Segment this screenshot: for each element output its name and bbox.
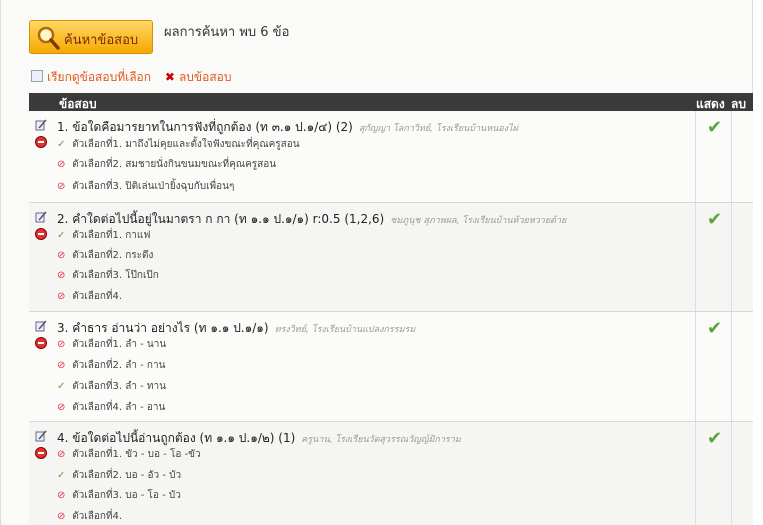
choice-item: ⊘ ตัวเลือกที่4. — [57, 511, 123, 522]
incorrect-icon: ⊘ — [57, 159, 66, 170]
incorrect-icon: ⊘ — [57, 181, 66, 192]
show-checkmark-icon[interactable]: ✔ — [707, 428, 722, 449]
incorrect-icon: ⊘ — [57, 270, 66, 281]
edit-icon[interactable] — [35, 320, 47, 332]
choice-item: ⊘ ตัวเลือกที่4. — [57, 291, 123, 302]
show-checkmark-icon[interactable]: ✔ — [707, 117, 722, 138]
question-title: 1. ข้อใดคือมารยาทในการฟังที่ถูกต้อง (ท ๓… — [57, 120, 518, 134]
choice-item: ⊘ ตัวเลือกที่2. กระดึง — [57, 250, 154, 261]
incorrect-icon: ⊘ — [57, 490, 66, 501]
choice-item: ⊘ ตัวเลือกที่2. ลำ - กาน — [57, 360, 166, 371]
choice-item: ✓ ตัวเลือกที่2. บอ - อัว - บัว — [57, 470, 182, 481]
question-title: 2. คำใดต่อไปนี้อยู่ในมาตรา ก กา (ท ๑.๑ ป… — [57, 212, 567, 226]
question-author: ชมภูนุช สุภาพผล, โรงเรียนบ้านห้วยหวายด้า… — [390, 216, 567, 226]
document-icon — [31, 70, 43, 82]
incorrect-icon: ⊘ — [57, 250, 66, 261]
table-header: ข้อสอบ แสดง ลบ — [29, 93, 753, 111]
incorrect-icon: ⊘ — [57, 402, 66, 413]
question-row: 1. ข้อใดคือมารยาทในการฟังที่ถูกต้อง (ท ๓… — [29, 111, 753, 203]
choice-item: ✓ ตัวเลือกที่1. กาแฟ — [57, 230, 151, 241]
correct-icon: ✓ — [57, 139, 66, 150]
remove-icon[interactable] — [35, 136, 47, 148]
search-exam-button[interactable]: ค้นหาข้อสอบ — [29, 20, 153, 54]
question-author: ทรงวิทย์, โรงเรียนบ้านแปลงกรรมรม — [274, 325, 416, 335]
delete-x-icon: ✖ — [164, 70, 175, 84]
choice-item: ⊘ ตัวเลือกที่4. ลำ - อาน — [57, 402, 166, 413]
magnifier-icon — [37, 26, 60, 50]
show-checkmark-icon[interactable]: ✔ — [707, 318, 722, 339]
correct-icon: ✓ — [57, 470, 66, 481]
incorrect-icon: ⊘ — [57, 291, 66, 302]
incorrect-icon: ⊘ — [57, 339, 66, 350]
view-selected-link[interactable]: เรียกดูข้อสอบที่เลือก — [47, 70, 151, 84]
question-title: 3. คำธาร อ่านว่า อย่างไร (ท ๑.๑ ป.๑/๑) ทร… — [57, 321, 416, 335]
action-bar: เรียกดูข้อสอบที่เลือก ✖ ลบข้อสอบ — [31, 68, 231, 87]
edit-icon[interactable] — [35, 119, 47, 131]
choice-item: ⊘ ตัวเลือกที่1. ลำ - นาน — [57, 339, 167, 350]
choice-item: ✓ ตัวเลือกที่1. มาถึงไม่คุยและตั้งใจฟังข… — [57, 139, 300, 150]
show-checkmark-icon[interactable]: ✔ — [707, 209, 722, 230]
remove-icon[interactable] — [35, 447, 47, 459]
incorrect-icon: ⊘ — [57, 360, 66, 371]
question-row: 3. คำธาร อ่านว่า อย่างไร (ท ๑.๑ ป.๑/๑) ทร… — [29, 312, 753, 422]
incorrect-icon: ⊘ — [57, 449, 66, 460]
question-list: 1. ข้อใดคือมารยาทในการฟังที่ถูกต้อง (ท ๓… — [29, 111, 753, 525]
correct-icon: ✓ — [57, 381, 66, 392]
edit-icon[interactable] — [35, 430, 47, 442]
choice-item: ✓ ตัวเลือกที่3. ลำ - ทาน — [57, 381, 166, 392]
choice-item: ⊘ ตัวเลือกที่3. บอ - โอ - บัว — [57, 490, 181, 501]
search-exam-label: ค้นหาข้อสอบ — [64, 33, 139, 48]
correct-icon: ✓ — [57, 230, 66, 241]
question-author: ครูนาน, โรงเรียนวัดสุวรรณวัญญ์มิการาม — [301, 435, 461, 445]
choice-item: ⊘ ตัวเลือกที่1. ขัว - บอ - โอ -ขัว — [57, 449, 201, 460]
question-title: 4. ข้อใดต่อไปนี้อ่านถูกต้อง (ท ๑.๑ ป.๑/๒… — [57, 431, 461, 445]
remove-icon[interactable] — [35, 228, 47, 240]
content-panel: ค้นหาข้อสอบ ผลการค้นหา พบ 6 ข้อ เรียกดูข… — [0, 0, 753, 525]
question-row: 4. ข้อใดต่อไปนี้อ่านถูกต้อง (ท ๑.๑ ป.๑/๒… — [29, 422, 753, 525]
incorrect-icon: ⊘ — [57, 511, 66, 522]
remove-icon[interactable] — [35, 337, 47, 349]
result-count-text: ผลการค้นหา พบ 6 ข้อ — [164, 25, 290, 40]
edit-icon[interactable] — [35, 211, 47, 223]
choice-item: ⊘ ตัวเลือกที่2. สมชายนั่งกินขนมขณะที่คุณ… — [57, 159, 277, 170]
question-author: สุกัญญา โลกาวิทย์, โรงเรียนบ้านหนองไผ่ — [358, 124, 518, 134]
choice-item: ⊘ ตัวเลือกที่3. โป๊กเป๊ก — [57, 270, 159, 281]
question-row: 2. คำใดต่อไปนี้อยู่ในมาตรา ก กา (ท ๑.๑ ป… — [29, 203, 753, 312]
choice-item: ⊘ ตัวเลือกที่3. ปิติเล่นเป่ายิ้งฉุบกับเพ… — [57, 181, 235, 192]
delete-exam-link[interactable]: ลบข้อสอบ — [179, 70, 232, 84]
